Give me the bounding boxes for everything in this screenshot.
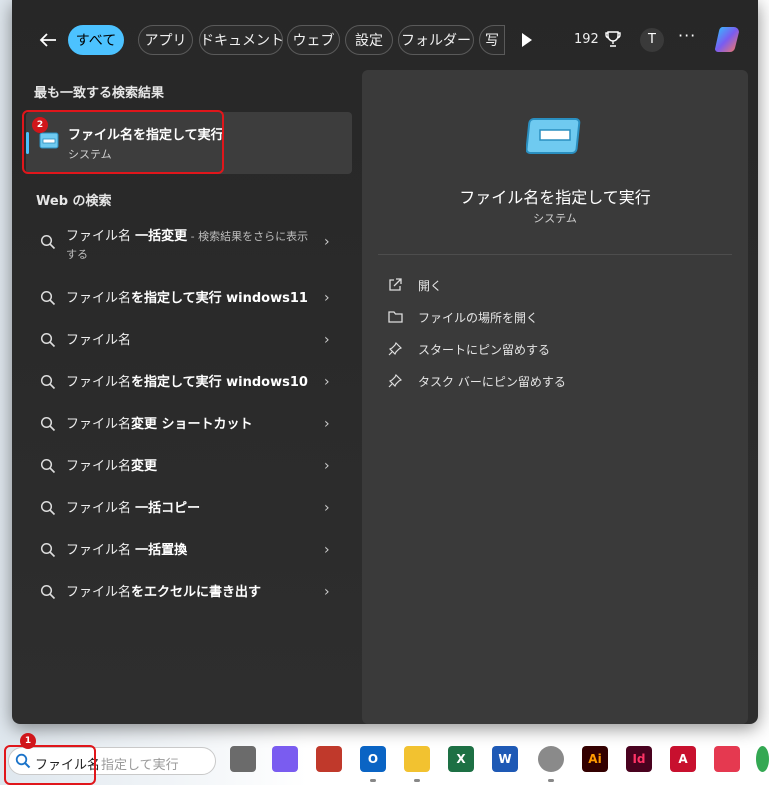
back-arrow-icon[interactable] (36, 28, 60, 52)
chevron-right-icon: › (324, 542, 330, 558)
filter-chip-all[interactable]: すべて (68, 25, 124, 55)
step-badge-2: 2 (32, 117, 48, 133)
pin-icon (388, 374, 402, 388)
filter-chip-settings[interactable]: 設定 (345, 25, 393, 55)
search-icon (40, 500, 56, 516)
outlook-icon[interactable]: O (360, 746, 386, 772)
filter-chip-apps[interactable]: アプリ (138, 25, 193, 55)
word-icon[interactable]: W (492, 746, 518, 772)
web-search-heading: Web の検索 (36, 194, 112, 209)
red-cube-app-icon[interactable] (714, 746, 740, 772)
web-result[interactable]: ファイル名 一括置換 › (26, 530, 352, 570)
search-icon (40, 290, 56, 306)
web-result-bold: 変更 (131, 459, 158, 474)
rewards-points: 192 (574, 32, 599, 47)
search-icon (40, 416, 56, 432)
web-result-text: ファイル名 (66, 501, 136, 516)
chevron-right-icon: › (324, 374, 330, 390)
running-indicator (548, 779, 554, 782)
detail-app-type: システム (533, 212, 577, 225)
web-result-text: ファイル名 (66, 585, 132, 600)
chevron-right-icon: › (324, 234, 330, 250)
copilot-taskbar-icon[interactable] (272, 746, 298, 772)
snipping-tool-icon[interactable] (316, 746, 342, 772)
search-icon (40, 374, 56, 390)
search-autocomplete-hint: 指定して実行 (101, 758, 179, 773)
web-result-text: ファイル名 (66, 291, 132, 306)
autocad-icon[interactable]: A (670, 746, 696, 772)
task-view-icon[interactable] (230, 746, 256, 772)
pin-icon (388, 342, 402, 356)
chevron-right-icon: › (324, 332, 330, 348)
web-result-bold: 一括変更 (135, 229, 188, 244)
search-icon (40, 542, 56, 558)
web-result[interactable]: ファイル名 一括コピー › (26, 488, 352, 528)
web-result[interactable]: ファイル名を指定して実行 windows10 › (26, 362, 352, 402)
highlight-box-best-match (22, 110, 224, 174)
search-icon (40, 332, 56, 348)
web-result-bold: 一括置換 (135, 543, 188, 558)
filter-chip-documents[interactable]: ドキュメント (199, 25, 283, 55)
web-result-bold: 変更 ショートカット (131, 417, 253, 432)
web-result-text: ファイル名 (66, 375, 132, 390)
filter-bar: すべて アプリ ドキュメント ウェブ 設定 フォルダー 写 192 T ··· (12, 20, 758, 60)
file-explorer-icon[interactable] (404, 746, 430, 772)
action-label: タスク バーにピン留めする (418, 375, 566, 389)
copilot-icon[interactable] (712, 24, 744, 56)
chevron-right-icon: › (324, 416, 330, 432)
step-badge-1: 1 (20, 733, 36, 749)
web-result-text: ファイル名 (66, 333, 132, 348)
web-result-bold: をエクセルに書き出す (131, 585, 262, 600)
chevron-right-icon: › (324, 458, 330, 474)
divider (378, 254, 732, 255)
illustrator-icon[interactable]: Ai (582, 746, 608, 772)
web-result[interactable]: ファイル名を指定して実行 windows11 › (26, 278, 352, 318)
action-label: スタートにピン留めする (418, 343, 551, 357)
detail-app-name: ファイル名を指定して実行 (459, 188, 651, 207)
chevron-right-icon: › (324, 500, 330, 516)
search-icon (40, 234, 56, 250)
running-indicator (370, 779, 376, 782)
web-result[interactable]: ファイル名 一括変更 - 検索結果をさらに表示する › (26, 222, 352, 270)
app-icon[interactable] (538, 746, 564, 772)
web-result[interactable]: ファイル名変更 ショートカット › (26, 404, 352, 444)
web-result-bold: を指定して実行 windows10 (131, 375, 308, 390)
more-filters-play-icon[interactable] (522, 33, 532, 47)
chevron-right-icon: › (324, 584, 330, 600)
web-result[interactable]: ファイル名変更 › (26, 446, 352, 486)
folder-icon (388, 311, 403, 323)
web-result-text: ファイル名 (66, 459, 132, 474)
action-label: ファイルの場所を開く (418, 311, 539, 325)
best-match-heading: 最も一致する検索結果 (34, 86, 165, 101)
run-dialog-large-icon (526, 118, 581, 154)
taskbar: ファイル名 指定して実行 1 O X W Ai Id A (0, 733, 769, 785)
indesign-icon[interactable]: Id (626, 746, 652, 772)
chrome-icon[interactable] (756, 746, 769, 772)
more-options-icon[interactable]: ··· (678, 26, 696, 45)
start-search-panel: すべて アプリ ドキュメント ウェブ 設定 フォルダー 写 192 T ··· … (12, 0, 758, 724)
web-result[interactable]: ファイル名 › (26, 320, 352, 360)
action-label: 開く (418, 279, 443, 293)
highlight-box-search (4, 745, 96, 785)
web-result-bold: 一括コピー (135, 501, 201, 516)
trophy-icon[interactable] (605, 30, 621, 48)
web-result-text: ファイル名 (66, 543, 136, 558)
web-result-text: ファイル名 (66, 229, 136, 244)
web-result-text: ファイル名 (66, 417, 132, 432)
search-icon (40, 584, 56, 600)
search-icon (40, 458, 56, 474)
filter-chip-folders[interactable]: フォルダー (398, 25, 474, 55)
excel-icon[interactable]: X (448, 746, 474, 772)
running-indicator (414, 779, 420, 782)
web-result-bold: を指定して実行 windows11 (131, 291, 308, 306)
detail-pane: ファイル名を指定して実行 システム 開く ファイルの場所を開く スタートにピン留… (362, 70, 748, 724)
filter-chip-web[interactable]: ウェブ (287, 25, 340, 55)
web-result[interactable]: ファイル名をエクセルに書き出す › (26, 572, 352, 612)
open-external-icon (389, 278, 402, 291)
chevron-right-icon: › (324, 290, 330, 306)
filter-chip-photos[interactable]: 写 (479, 25, 505, 55)
avatar[interactable]: T (640, 28, 664, 52)
